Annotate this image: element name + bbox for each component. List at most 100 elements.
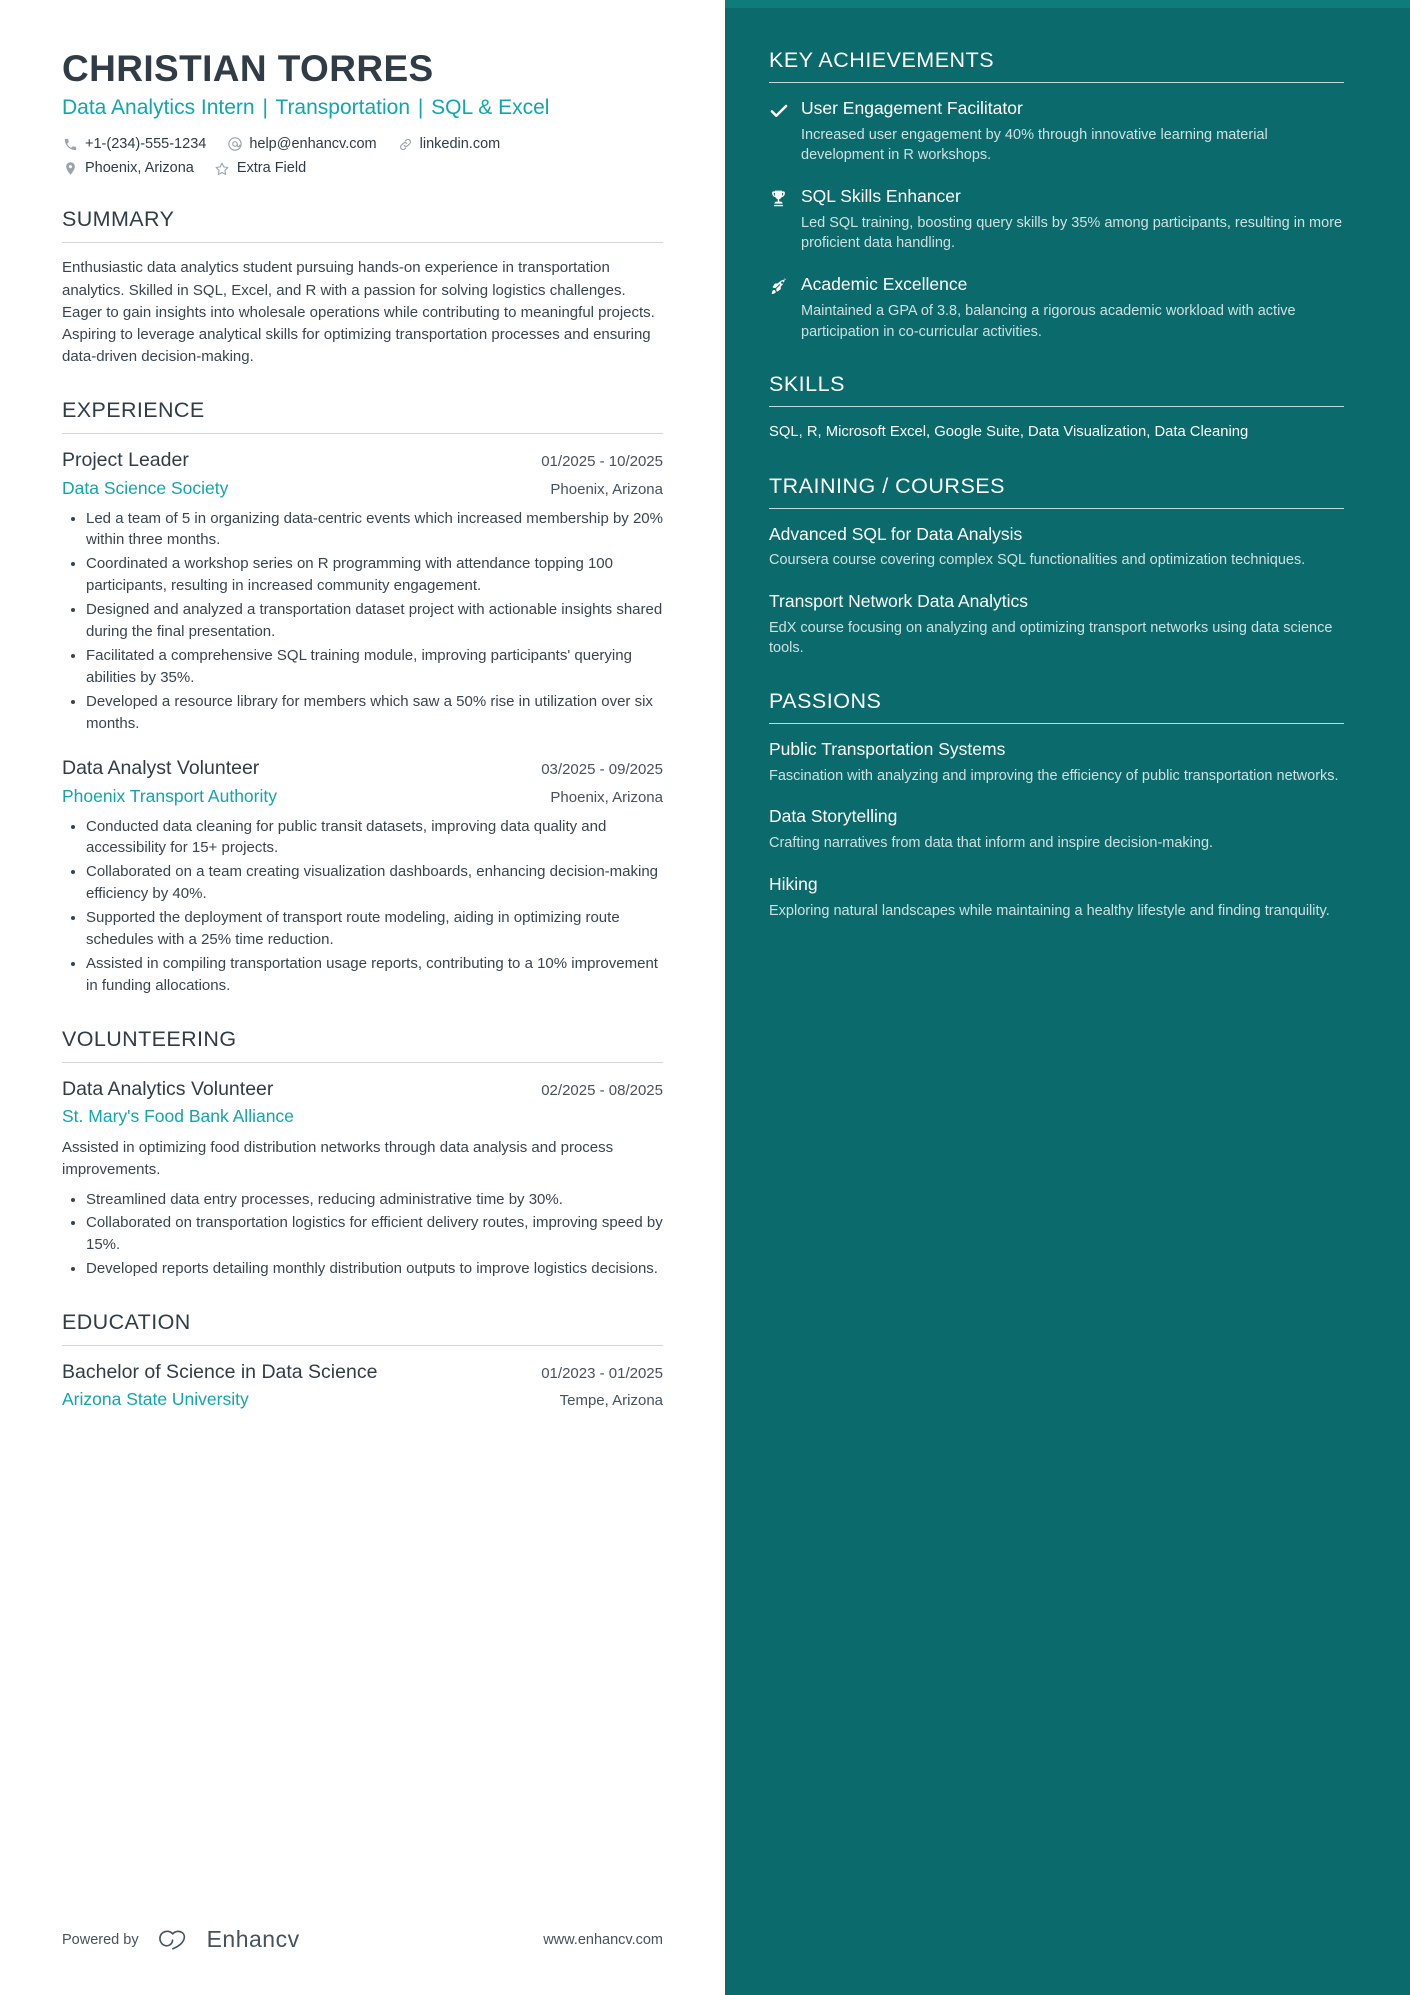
experience-role: Project Leader — [62, 449, 189, 472]
education-location: Tempe, Arizona — [559, 1392, 663, 1410]
passion-title: Public Transportation Systems — [769, 739, 1006, 760]
passion-title: Data Storytelling — [769, 806, 898, 827]
summary-text: Enthusiastic data analytics student purs… — [62, 259, 655, 366]
contact-email-text: help@enhancv.com — [249, 135, 377, 152]
section-experience-title: EXPERIENCE — [62, 398, 205, 423]
experience-location: Phoenix, Arizona — [550, 788, 663, 806]
contact-link-text: linkedin.com — [419, 135, 501, 152]
trophy-icon — [769, 186, 801, 254]
sidebar-top-strip — [725, 0, 1410, 8]
experience-bullets: Led a team of 5 in organizing data-centr… — [62, 508, 663, 735]
volunteering-description: Assisted in optimizing food distribution… — [62, 1138, 614, 1178]
list-item: Collaborated on transportation logistics… — [71, 1212, 663, 1256]
divider — [62, 433, 663, 435]
divider — [769, 723, 1344, 725]
education-school: Arizona State University — [62, 1389, 249, 1410]
headline-part-2: Transportation — [275, 96, 411, 120]
training-description: EdX course focusing on analyzing and opt… — [769, 619, 1333, 657]
contact-link[interactable]: linkedin.com — [397, 135, 501, 153]
experience-entry: Project Leader 01/2025 - 10/2025 Data Sc… — [62, 448, 663, 734]
headline-separator-2: | — [417, 96, 424, 120]
footer-url[interactable]: www.enhancv.com — [543, 1932, 663, 1948]
training-description: Coursera course covering complex SQL fun… — [769, 552, 1306, 569]
volunteering-date: 02/2025 - 08/2025 — [541, 1081, 663, 1099]
volunteering-entry: Data Analytics Volunteer 02/2025 - 08/20… — [62, 1077, 663, 1280]
headline-part-1: Data Analytics Intern — [62, 96, 255, 120]
section-skills: SKILLS SQL, R, Microsoft Excel, Google S… — [769, 372, 1344, 443]
experience-date: 03/2025 - 09/2025 — [541, 761, 663, 779]
section-experience: EXPERIENCE Project Leader 01/2025 - 10/2… — [62, 398, 663, 996]
check-icon — [769, 98, 801, 166]
contact-location-text: Phoenix, Arizona — [85, 160, 194, 177]
section-volunteering: VOLUNTEERING Data Analytics Volunteer 02… — [62, 1027, 663, 1280]
resume-page: CHRISTIAN TORRES Data Analytics Intern |… — [0, 0, 1410, 1995]
list-item: Coordinated a workshop series on R progr… — [71, 553, 663, 597]
education-entry: Bachelor of Science in Data Science 01/2… — [62, 1360, 663, 1411]
list-item: Conducted data cleaning for public trans… — [71, 816, 663, 860]
divider — [62, 242, 663, 244]
volunteering-bullets: Streamlined data entry processes, reduci… — [62, 1189, 663, 1281]
enhancv-mark-icon — [158, 1929, 185, 1950]
divider — [62, 1061, 663, 1063]
section-education: EDUCATION Bachelor of Science in Data Sc… — [62, 1310, 663, 1411]
divider — [62, 1345, 663, 1347]
resume-header: CHRISTIAN TORRES Data Analytics Intern |… — [62, 48, 663, 177]
headline: Data Analytics Intern | Transportation |… — [62, 95, 663, 121]
contact-phone-text: +1-(234)-555-1234 — [85, 135, 207, 152]
divider — [769, 507, 1344, 509]
section-passions-title: PASSIONS — [769, 689, 882, 714]
list-item: Collaborated on a team creating visualiz… — [71, 861, 663, 905]
list-item: Supported the deployment of transport ro… — [71, 907, 663, 951]
headline-part-3: SQL & Excel — [431, 96, 550, 120]
experience-bullets: Conducted data cleaning for public trans… — [62, 816, 663, 997]
list-item: Assisted in compiling transportation usa… — [71, 953, 663, 997]
achievement-description: Increased user engagement by 40% through… — [801, 126, 1268, 164]
headline-separator-1: | — [262, 96, 268, 120]
footer: Powered by Enhancv www.enhancv.com — [62, 1926, 663, 1953]
section-key-achievements-title: KEY ACHIEVEMENTS — [769, 48, 995, 72]
contact-email[interactable]: help@enhancv.com — [226, 135, 377, 153]
passion-description: Crafting narratives from data that infor… — [769, 835, 1214, 852]
rocket-icon — [769, 274, 801, 342]
experience-entry: Data Analyst Volunteer 03/2025 - 09/2025… — [62, 756, 663, 996]
section-summary-title: SUMMARY — [62, 207, 175, 232]
list-item: Streamlined data entry processes, reduci… — [71, 1189, 663, 1211]
experience-location: Phoenix, Arizona — [550, 480, 663, 498]
experience-role: Data Analyst Volunteer — [62, 757, 260, 780]
training-item: Advanced SQL for Data Analysis Coursera … — [769, 524, 1344, 571]
enhancv-brand-name: Enhancv — [206, 1926, 300, 1952]
training-title: Advanced SQL for Data Analysis — [769, 523, 1023, 544]
section-key-achievements: KEY ACHIEVEMENTS User Engagement Facilit… — [769, 48, 1344, 342]
achievement-title: SQL Skills Enhancer — [801, 186, 961, 207]
training-title: Transport Network Data Analytics — [769, 591, 1029, 611]
powered-by-block: Powered by Enhancv — [62, 1926, 300, 1953]
page-title: CHRISTIAN TORRES — [62, 48, 434, 89]
contact-phone[interactable]: +1-(234)-555-1234 — [62, 136, 206, 153]
main-column: CHRISTIAN TORRES Data Analytics Intern |… — [0, 0, 725, 1995]
list-item: Led a team of 5 in organizing data-centr… — [71, 508, 663, 552]
section-passions: PASSIONS Public Transportation Systems F… — [769, 689, 1344, 921]
contact-extra-field-text: Extra Field — [236, 160, 307, 177]
phone-icon — [62, 136, 79, 153]
section-training-courses-title: TRAINING / COURSES — [769, 473, 1005, 498]
passion-title: Hiking — [769, 873, 818, 894]
email-icon — [226, 136, 243, 153]
achievement-description: Led SQL training, boosting query skills … — [801, 214, 1343, 252]
achievement-item: Academic Excellence Maintained a GPA of … — [769, 274, 1344, 342]
section-training-courses: TRAINING / COURSES Advanced SQL for Data… — [769, 474, 1344, 659]
passion-description: Fascination with analyzing and improving… — [769, 767, 1339, 784]
education-date: 01/2023 - 01/2025 — [541, 1365, 663, 1383]
volunteering-organization: St. Mary's Food Bank Alliance — [62, 1105, 294, 1126]
section-volunteering-title: VOLUNTEERING — [62, 1026, 237, 1051]
achievement-item: User Engagement Facilitator Increased us… — [769, 98, 1344, 166]
achievement-title: User Engagement Facilitator — [801, 98, 1023, 118]
list-item: Developed a resource library for members… — [71, 691, 663, 735]
contact-row-1: +1-(234)-555-1234 help@enhancv.com linke… — [62, 136, 663, 153]
section-skills-title: SKILLS — [769, 372, 845, 397]
divider — [769, 82, 1344, 83]
achievement-item: SQL Skills Enhancer Led SQL training, bo… — [769, 186, 1344, 254]
passion-item: Public Transportation Systems Fascinatio… — [769, 739, 1344, 786]
divider — [769, 406, 1344, 408]
enhancv-logo: Enhancv — [151, 1926, 300, 1953]
experience-date: 01/2025 - 10/2025 — [541, 453, 663, 471]
